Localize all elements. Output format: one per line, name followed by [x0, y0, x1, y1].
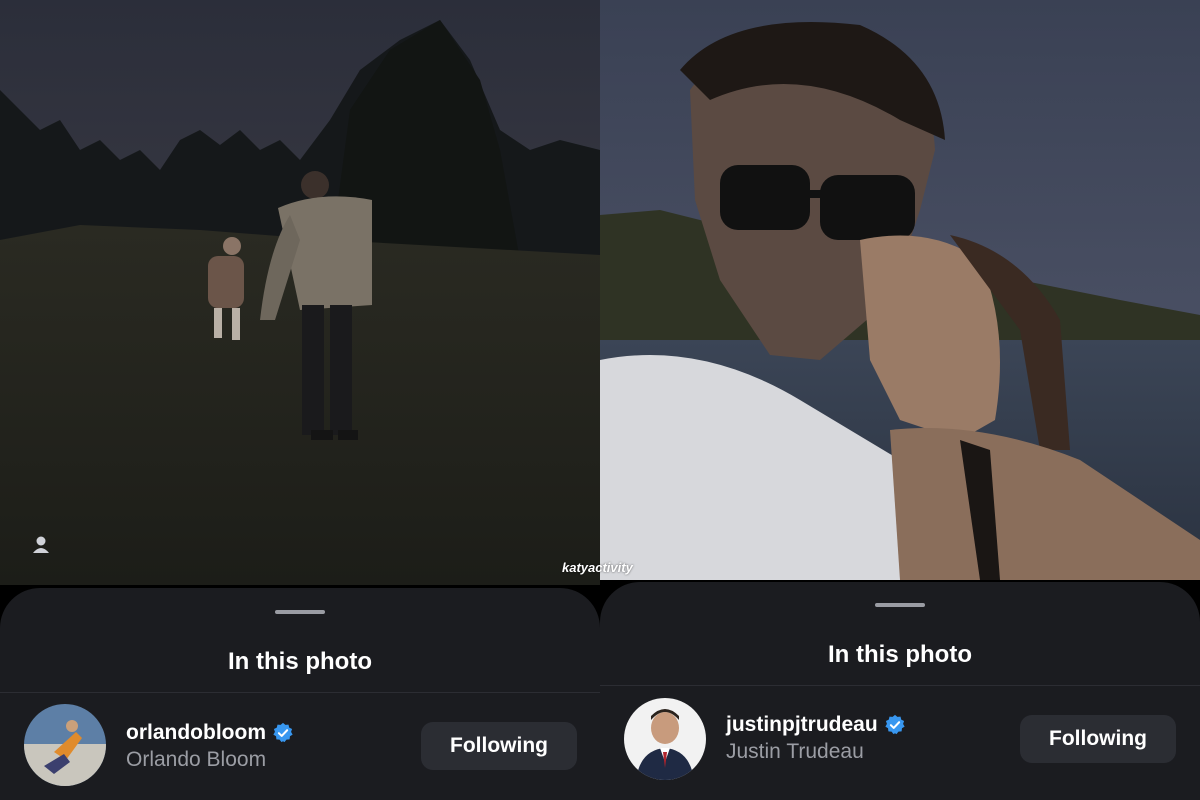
- person-tag-icon[interactable]: [30, 534, 52, 556]
- post-photo-left[interactable]: [0, 0, 600, 585]
- following-button[interactable]: Following: [1020, 715, 1176, 763]
- full-name: Orlando Bloom: [126, 748, 267, 771]
- in-this-photo-sheet: In this photo justinpjtrudeau Justin Tru…: [600, 582, 1200, 800]
- username[interactable]: justinpjtrudeau: [726, 713, 878, 737]
- verified-badge-icon: [885, 714, 905, 735]
- username[interactable]: orlandobloom: [126, 721, 266, 745]
- sheet-grabber[interactable]: [275, 610, 325, 614]
- username-row[interactable]: orlandobloom: [126, 721, 294, 745]
- post-photo-right[interactable]: [600, 0, 1200, 580]
- verified-badge-icon: [273, 722, 293, 743]
- full-name: Justin Trudeau: [726, 740, 864, 763]
- user-avatar[interactable]: [624, 698, 706, 780]
- following-button[interactable]: Following: [421, 722, 577, 770]
- sheet-divider: [600, 685, 1200, 686]
- sheet-divider: [0, 692, 600, 693]
- user-avatar[interactable]: [24, 704, 106, 786]
- sheet-title: In this photo: [828, 641, 972, 668]
- left-post-panel: In this photo orlandobloom Orlando Bloom…: [0, 0, 600, 800]
- username-row[interactable]: justinpjtrudeau: [726, 713, 906, 737]
- in-this-photo-sheet: In this photo orlandobloom Orlando Bloom…: [0, 588, 600, 800]
- sheet-grabber[interactable]: [875, 603, 925, 607]
- screenshot-composite: In this photo orlandobloom Orlando Bloom…: [0, 0, 1200, 800]
- right-post-panel: In this photo justinpjtrudeau Justin Tru…: [600, 0, 1200, 800]
- watermark-text: katyactivity: [562, 560, 633, 575]
- sheet-title: In this photo: [228, 648, 372, 675]
